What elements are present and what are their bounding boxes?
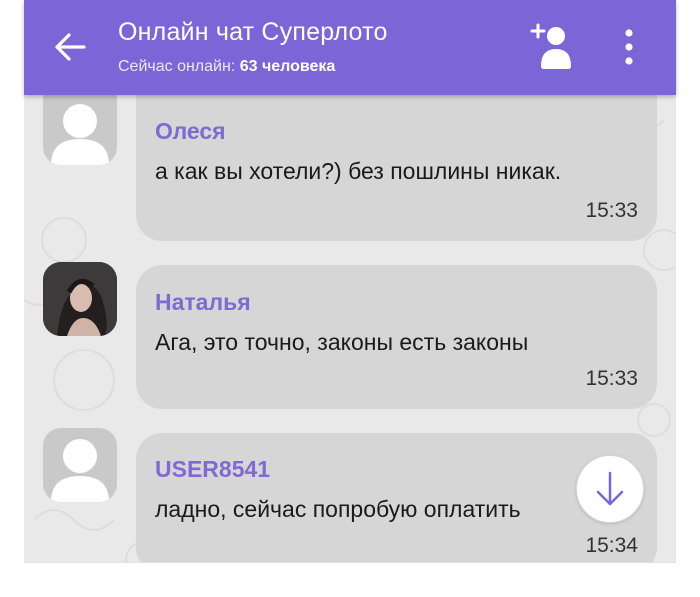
photo-avatar[interactable] [43,262,117,336]
chat-title: Онлайн чат Суперлото [118,18,388,46]
message-author[interactable]: Олеся [155,118,226,145]
back-button[interactable] [50,27,90,67]
more-vertical-icon [625,29,633,65]
message-text: Ага, это точно, законы есть законы [155,329,529,355]
default-avatar[interactable] [43,95,117,165]
user-silhouette-icon [51,104,109,165]
online-status: Сейчас онлайн: 63 человека [118,58,335,76]
arrow-left-icon [55,33,86,61]
app-bar: Онлайн чат Суперлото Сейчас онлайн: 63 ч… [24,0,676,95]
message-text: а как вы хотели?) без пошлины никак. [155,158,562,184]
online-count: 63 человека [239,58,336,75]
message-composer[interactable] [24,562,676,597]
more-menu-button[interactable] [617,26,641,68]
chat-message: Олеся а как вы хотели?) без пошлины ника… [24,95,676,245]
add-user-button[interactable] [529,20,571,70]
user-silhouette-icon [51,439,109,502]
message-bubble[interactable]: Олеся а как вы хотели?) без пошлины ника… [136,95,657,241]
default-avatar[interactable] [43,428,117,502]
message-text: ладно, сейчас попробую оплатить [155,496,521,522]
scroll-to-bottom-button[interactable] [576,455,644,523]
add-user-icon [530,23,571,69]
arrow-down-icon [596,471,624,506]
chat-message: Наталья Ага, это точно, законы есть зако… [24,262,676,412]
message-bubble[interactable]: Наталья Ага, это точно, законы есть зако… [136,265,657,409]
online-label: Сейчас онлайн: [118,58,236,75]
user-photo-icon [43,262,117,336]
message-author[interactable]: USER8541 [155,456,270,483]
message-author[interactable]: Наталья [155,289,251,316]
message-time: 15:33 [585,367,638,390]
message-time: 15:34 [585,534,638,557]
message-time: 15:33 [585,199,638,222]
